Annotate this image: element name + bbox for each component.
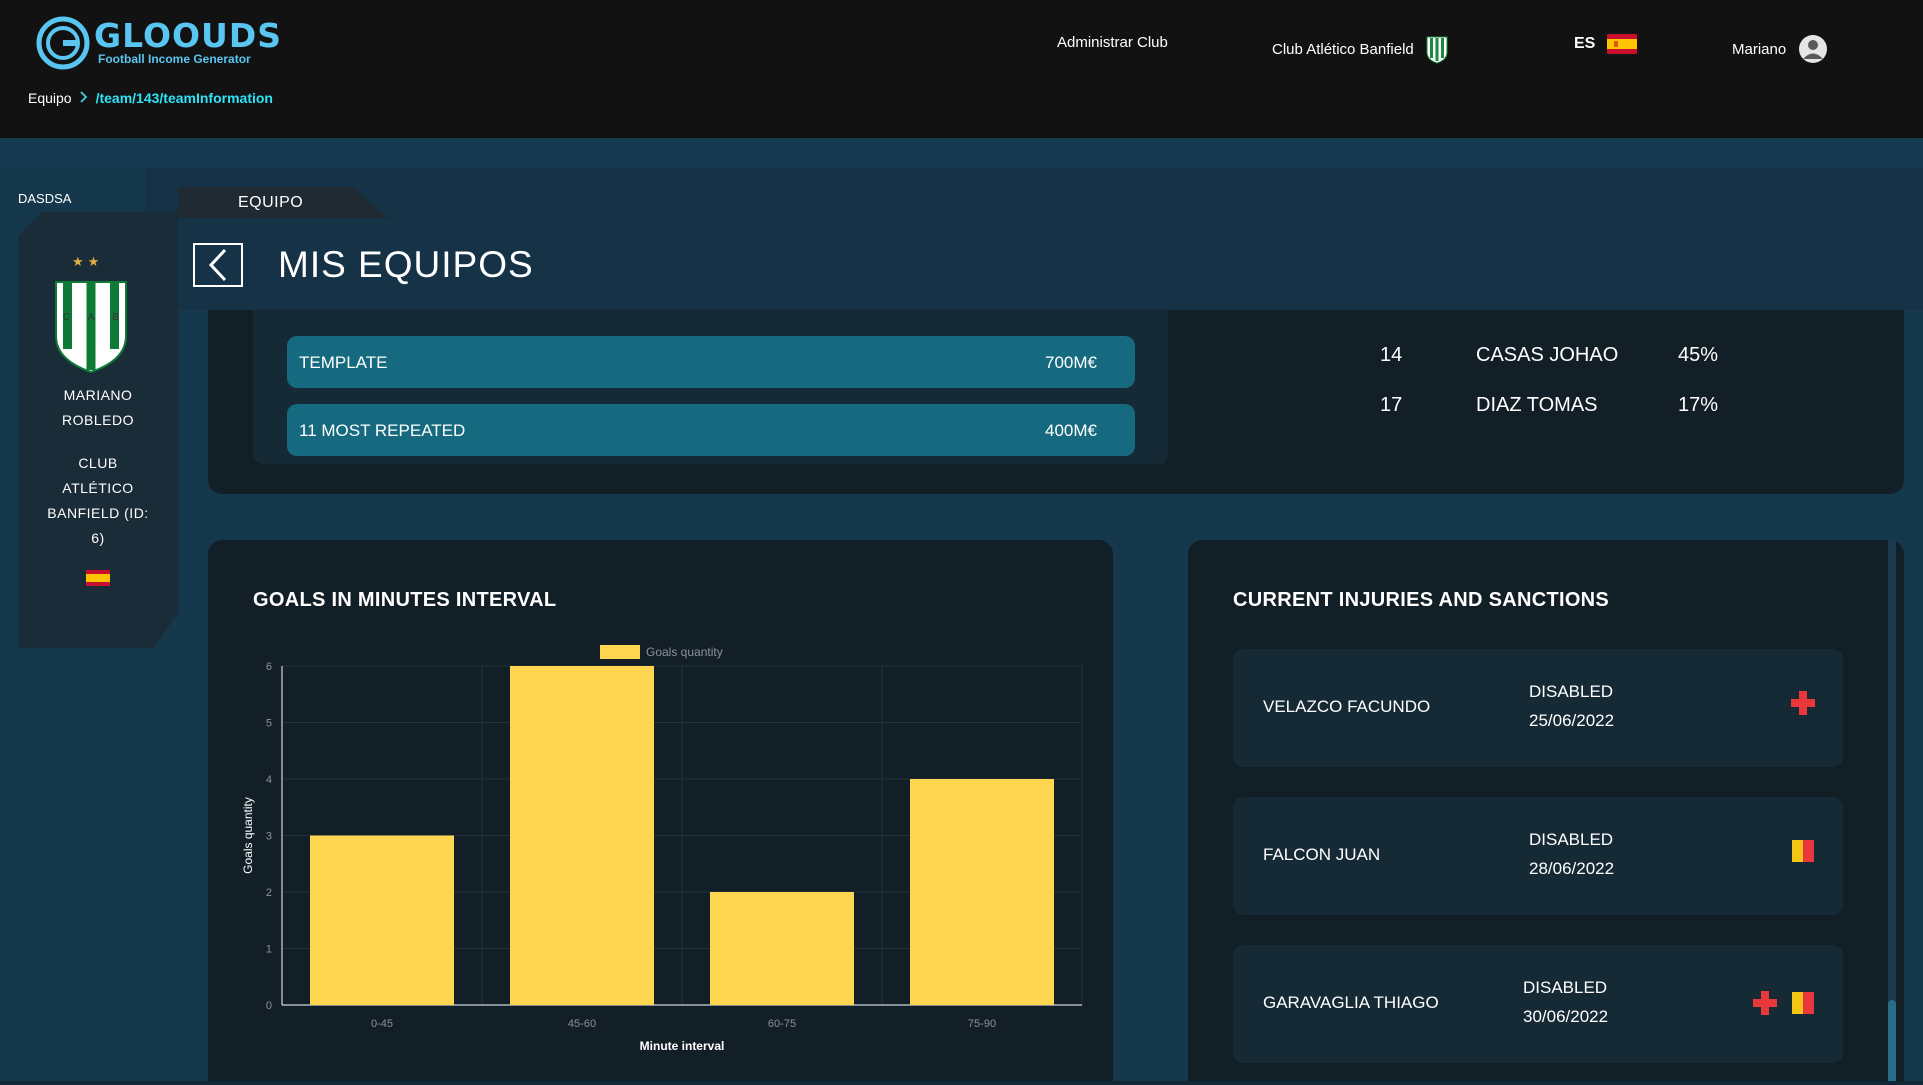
breadcrumb: Equipo /team/143/teamInformation — [28, 90, 273, 106]
injuries-scrollbar-thumb[interactable] — [1888, 1000, 1896, 1085]
crest-letter: A — [87, 312, 95, 323]
chevron-left-icon — [208, 248, 227, 282]
club-shield-icon — [1426, 36, 1448, 64]
brand-logo[interactable]: GLOOUDS Football Income Generator — [36, 16, 296, 72]
chart-bar — [310, 835, 454, 1005]
sidebar-club-line: 6) — [91, 530, 105, 546]
back-button[interactable] — [193, 243, 243, 287]
tab-equipo-label: EQUIPO — [238, 194, 304, 211]
chart-y-tick-label: 0 — [266, 1000, 272, 1012]
nav-user-name: Mariano — [1732, 40, 1787, 58]
sidebar-name-line: MARIANO — [63, 387, 133, 403]
injuries-panel-title: CURRENT INJURIES AND SANCTIONS — [1233, 589, 1610, 611]
contract-label: 11 MOST REPEATED — [299, 421, 466, 440]
player-number: 14 — [1380, 344, 1403, 366]
chart-y-tick-label: 4 — [266, 774, 272, 786]
nav-admin-club-label: Administrar Club — [1057, 34, 1168, 51]
chart-x-tick-label: 45-60 — [568, 1018, 596, 1030]
crest-letter: B — [112, 312, 120, 323]
injury-card[interactable]: FALCON JUAN DISABLED 28/06/2022 — [1233, 797, 1843, 915]
injury-status: DISABLED — [1529, 830, 1614, 849]
contract-value: 400M€ — [1045, 421, 1097, 440]
user-avatar-icon — [1799, 35, 1828, 63]
sidebar-user-name: MARIANO ROBLEDO — [18, 383, 178, 433]
page-bottom-edge — [0, 1081, 1923, 1085]
nav-club-selector[interactable]: Club Atlético Banfield — [1272, 34, 1448, 64]
contract-label: TEMPLATE — [299, 353, 388, 372]
chart-y-tick-label: 5 — [266, 718, 272, 730]
injury-date: 25/06/2022 — [1529, 711, 1615, 730]
sidebar-club-line: CLUB — [78, 455, 118, 471]
club-crest-icon — [55, 281, 127, 374]
spain-flag-icon — [1607, 34, 1638, 54]
section-header-band — [145, 168, 1923, 310]
injury-cross-icon — [1753, 991, 1777, 1015]
sidebar-title: DASDSA — [18, 191, 72, 206]
club-stars-icon: ★★ — [72, 254, 104, 269]
nav-user-menu[interactable]: Mariano — [1732, 34, 1828, 64]
goals-chart-title: GOALS IN MINUTES INTERVAL — [253, 589, 557, 611]
injury-card[interactable]: VELAZCO FACUNDO DISABLED 25/06/2022 — [1233, 649, 1843, 767]
chart-y-tick-label: 3 — [266, 831, 272, 843]
chart-legend-label: Goals quantity — [646, 645, 723, 659]
chart-bar — [710, 892, 854, 1005]
nav-language-label: ES — [1574, 35, 1596, 52]
chart-x-tick-label: 60-75 — [768, 1018, 796, 1030]
injury-cross-icon — [1791, 691, 1815, 715]
brand-name: GLOOUDS — [94, 16, 283, 55]
top-bar: GLOOUDS Football Income Generator Equipo… — [0, 0, 1923, 138]
player-name: CASAS JOHAO — [1476, 344, 1619, 366]
contract-value: 700M€ — [1045, 353, 1097, 372]
injury-status: DISABLED — [1523, 978, 1608, 997]
crest-letter: C — [62, 312, 71, 323]
yellow-red-card-icon — [1792, 992, 1814, 1014]
top-strip — [0, 138, 1923, 168]
chart-x-tick-label: 75-90 — [968, 1018, 996, 1030]
contract-row[interactable]: TEMPLATE 700M€ — [287, 336, 1135, 388]
injury-date: 28/06/2022 — [1529, 859, 1615, 878]
sidebar-club-line: ATLÉTICO — [62, 480, 134, 496]
sidebar-name-line: ROBLEDO — [62, 412, 134, 428]
brand-tagline: Football Income Generator — [98, 52, 251, 66]
chart-x-tick-label: 0-45 — [371, 1018, 393, 1030]
brand-logo-icon — [36, 16, 90, 70]
injury-status: DISABLED — [1529, 682, 1614, 701]
injury-player-name: GARAVAGLIA THIAGO — [1263, 993, 1439, 1012]
injury-player-name: VELAZCO FACUNDO — [1263, 697, 1431, 716]
contract-row[interactable]: 11 MOST REPEATED 400M€ — [287, 404, 1135, 456]
goals-bar-chart: 0 1 2 3 4 5 6 0-45 45-60 60-75 75-90 Goals quantity… — [241, 645, 1083, 1053]
page-title: MIS EQUIPOS — [278, 244, 534, 285]
injury-icons — [1753, 991, 1815, 1015]
chart-x-axis-label: Minute interval — [640, 1039, 725, 1053]
chart-y-tick-label: 1 — [266, 944, 272, 956]
player-percent: 17% — [1678, 394, 1719, 416]
injury-date: 30/06/2022 — [1523, 1007, 1609, 1026]
chart-bar — [910, 779, 1054, 1005]
injury-icons — [1791, 839, 1815, 863]
yellow-red-card-icon — [1792, 840, 1814, 862]
breadcrumb-home[interactable]: Equipo — [28, 90, 72, 106]
breadcrumb-path[interactable]: /team/143/teamInformation — [96, 90, 273, 106]
injury-icons — [1791, 691, 1815, 715]
player-percent: 45% — [1678, 344, 1719, 366]
chart-y-tick-label: 6 — [266, 661, 272, 673]
chart-y-axis-label: Goals quantity — [241, 797, 255, 874]
chart-bar — [510, 666, 654, 1005]
nav-club-label: Club Atlético Banfield — [1272, 40, 1414, 58]
club-crest-letters: C A B — [54, 312, 128, 323]
player-number: 17 — [1380, 394, 1403, 416]
chevron-right-icon — [79, 90, 88, 106]
chart-legend-swatch — [600, 645, 640, 659]
injury-card[interactable]: GARAVAGLIA THIAGO DISABLED 30/06/2022 — [1233, 945, 1843, 1063]
player-name: DIAZ TOMAS — [1476, 394, 1598, 416]
spain-flag-icon — [86, 570, 110, 586]
injury-player-name: FALCON JUAN — [1263, 845, 1381, 864]
sidebar-club-line: BANFIELD (ID: — [47, 505, 149, 521]
nav-language-selector[interactable]: ES — [1574, 34, 1638, 54]
sidebar-club-name: CLUB ATLÉTICO BANFIELD (ID: 6) — [18, 451, 178, 551]
nav-admin-club[interactable]: Administrar Club — [1057, 34, 1168, 51]
chart-y-tick-label: 2 — [266, 887, 272, 899]
